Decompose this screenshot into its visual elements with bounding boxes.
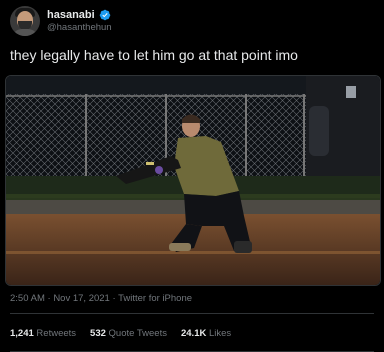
tweet-date[interactable]: Nov 17, 2021 [53, 293, 110, 304]
tweet-media-photo[interactable] [5, 75, 381, 286]
meta-separator: · [109, 293, 119, 304]
likes-stat[interactable]: 24.1K Likes [181, 328, 231, 339]
tweet-header: hasanabi @hasanthehun [10, 6, 112, 36]
quote-tweets-stat[interactable]: 532 Quote Tweets [90, 328, 167, 339]
author-handle[interactable]: @hasanthehun [47, 22, 112, 33]
retweets-count: 1,241 [10, 328, 34, 339]
name-row: hasanabi [47, 9, 112, 21]
photo-scene [6, 76, 380, 285]
author-display-name[interactable]: hasanabi [47, 9, 95, 21]
verified-badge-icon [99, 9, 110, 21]
tweet-text: they legally have to let him go at that … [10, 47, 298, 63]
avatar-shirt [12, 29, 38, 36]
retweets-label: Retweets [36, 328, 77, 339]
divider [10, 313, 374, 314]
author-names: hasanabi @hasanthehun [47, 9, 112, 33]
avatar[interactable] [10, 6, 40, 36]
quotes-label: Quote Tweets [108, 328, 167, 339]
tweet-stats: 1,241 Retweets 532 Quote Tweets 24.1K Li… [10, 328, 231, 339]
tweet-source[interactable]: Twitter for iPhone [118, 293, 192, 304]
tweet-time[interactable]: 2:50 AM [10, 293, 45, 304]
tweet-meta: 2:50 AM · Nov 17, 2021 · Twitter for iPh… [10, 293, 192, 304]
likes-count: 24.1K [180, 328, 207, 339]
quotes-count: 532 [90, 328, 106, 339]
retweets-stat[interactable]: 1,241 Retweets [10, 328, 76, 339]
likes-label: Likes [208, 328, 232, 339]
